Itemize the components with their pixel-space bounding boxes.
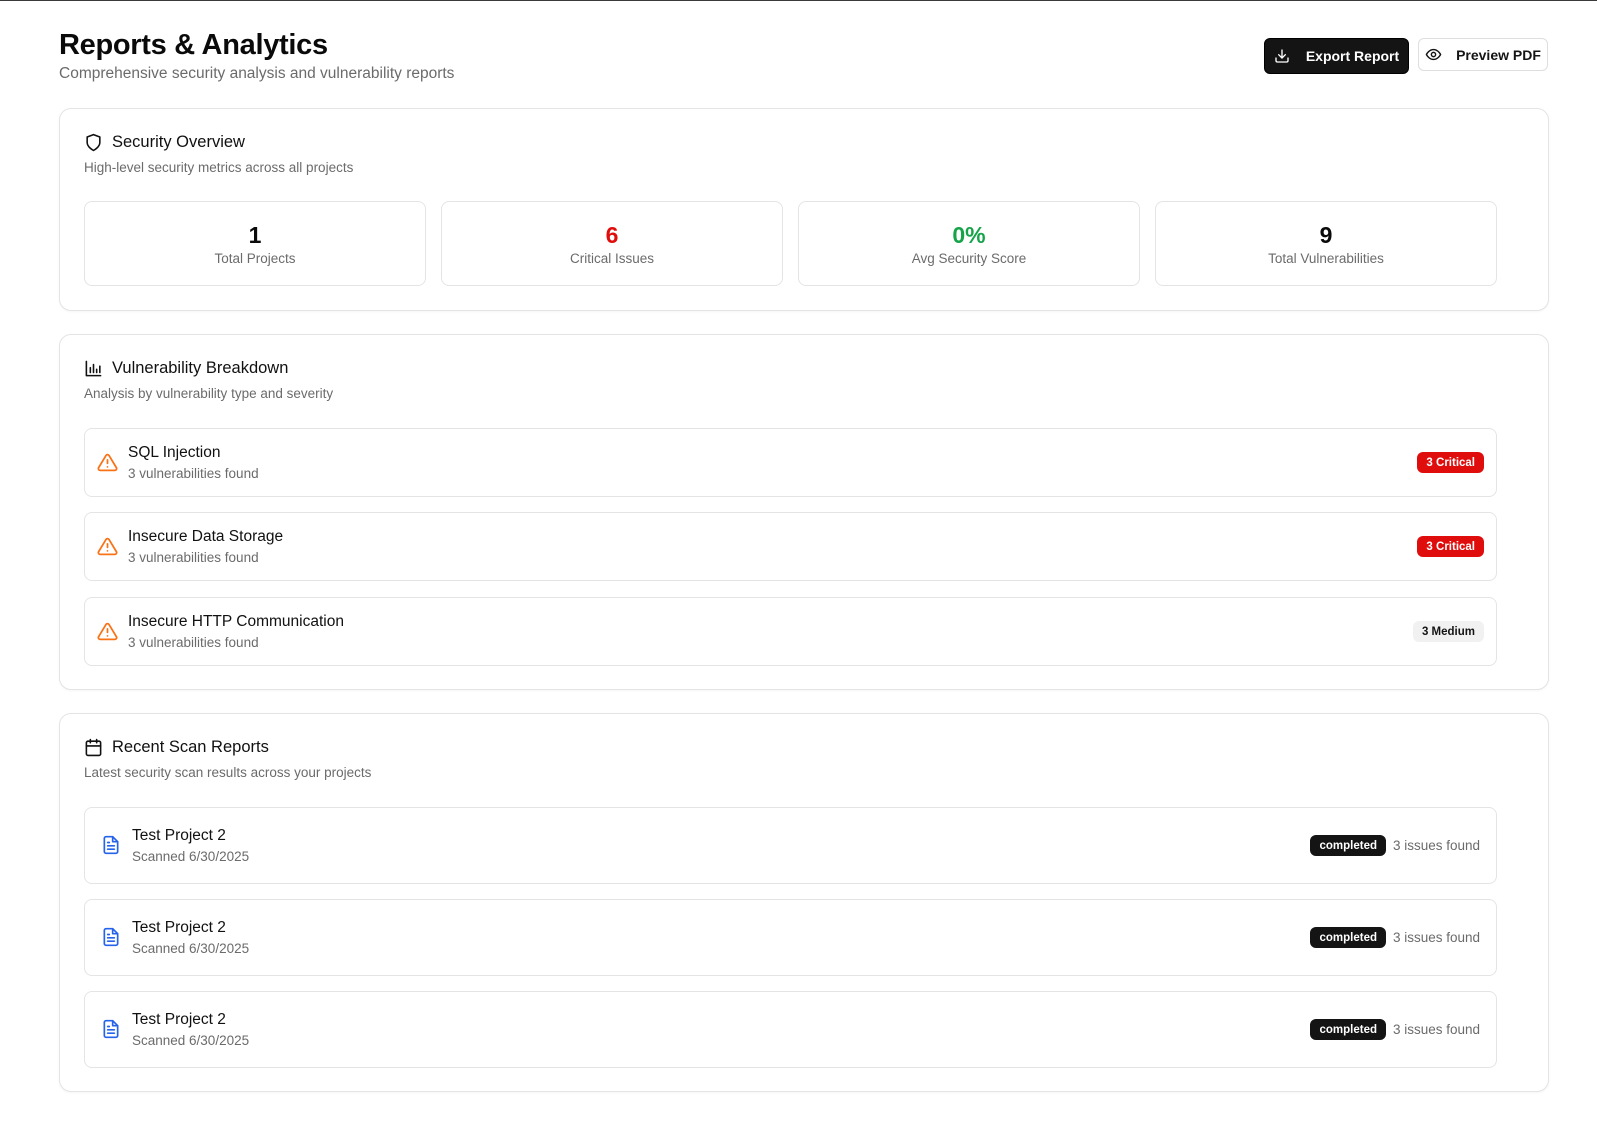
recent-scan-reports-description: Latest security scan results across your…: [84, 765, 372, 780]
scan-date: Scanned 6/30/2025: [132, 1033, 250, 1048]
vulnerability-row-insecure-data-storage[interactable]: Insecure Data Storage 3 vulnerabilities …: [84, 512, 1497, 581]
security-overview-card: Security Overview High-level security me…: [59, 108, 1549, 311]
status-badge: completed: [1310, 927, 1386, 948]
preview-pdf-label: Preview PDF: [1456, 46, 1541, 63]
stat-label: Total Projects: [214, 251, 296, 266]
scan-report-row[interactable]: Test Project 2 Scanned 6/30/2025 complet…: [84, 899, 1497, 976]
recent-scan-reports-card: Recent Scan Reports Latest security scan…: [59, 713, 1549, 1092]
stat-value: 6: [605, 222, 619, 248]
stat-critical-issues: 6 Critical Issues: [441, 201, 783, 286]
vulnerability-breakdown-heading: Vulnerability Breakdown: [84, 359, 288, 378]
vulnerability-row-insecure-http[interactable]: Insecure HTTP Communication 3 vulnerabil…: [84, 597, 1497, 666]
security-overview-title: Security Overview: [112, 133, 245, 151]
file-text-icon: [101, 835, 121, 860]
status-badge: completed: [1310, 1019, 1386, 1040]
page-subtitle: Comprehensive security analysis and vuln…: [59, 65, 455, 82]
stat-value: 9: [1319, 222, 1333, 248]
scan-date: Scanned 6/30/2025: [132, 849, 250, 864]
bar-chart-icon: [84, 359, 103, 378]
scan-project-name: Test Project 2: [132, 827, 226, 844]
stat-value: 1: [248, 222, 262, 248]
shield-icon: [84, 133, 103, 152]
export-report-button[interactable]: Export Report: [1264, 38, 1409, 74]
vulnerability-count: 3 vulnerabilities found: [128, 550, 259, 565]
file-text-icon: [101, 927, 121, 952]
issues-count: 3 issues found: [1392, 1022, 1480, 1037]
export-report-label: Export Report: [1305, 48, 1400, 64]
vulnerability-count: 3 vulnerabilities found: [128, 466, 259, 481]
vulnerability-breakdown-card: Vulnerability Breakdown Analysis by vuln…: [59, 334, 1549, 690]
warning-triangle-icon: [97, 621, 118, 647]
vulnerability-breakdown-title: Vulnerability Breakdown: [112, 359, 289, 377]
calendar-icon: [84, 738, 103, 757]
scan-report-row[interactable]: Test Project 2 Scanned 6/30/2025 complet…: [84, 991, 1497, 1068]
recent-scan-reports-title: Recent Scan Reports: [112, 738, 269, 756]
warning-triangle-icon: [97, 536, 118, 562]
scan-project-name: Test Project 2: [132, 919, 226, 936]
vulnerability-name: Insecure Data Storage: [128, 528, 284, 545]
stat-total-vulnerabilities: 9 Total Vulnerabilities: [1155, 201, 1497, 286]
vulnerability-row-sql-injection[interactable]: SQL Injection 3 vulnerabilities found 3 …: [84, 428, 1497, 497]
stat-label: Total Vulnerabilities: [1268, 251, 1384, 266]
severity-badge: 3 Critical: [1417, 536, 1484, 557]
file-text-icon: [101, 1019, 121, 1044]
issues-count: 3 issues found: [1392, 838, 1480, 853]
severity-badge: 3 Critical: [1417, 452, 1484, 473]
vulnerability-breakdown-description: Analysis by vulnerability type and sever…: [84, 386, 334, 401]
vulnerability-name: Insecure HTTP Communication: [128, 613, 344, 630]
scan-report-row[interactable]: Test Project 2 Scanned 6/30/2025 complet…: [84, 807, 1497, 884]
severity-badge: 3 Medium: [1412, 621, 1484, 642]
vulnerability-count: 3 vulnerabilities found: [128, 635, 259, 650]
scan-date: Scanned 6/30/2025: [132, 941, 250, 956]
page-title: Reports & Analytics: [59, 29, 328, 61]
preview-pdf-button[interactable]: Preview PDF: [1418, 38, 1548, 71]
download-icon: [1274, 48, 1290, 64]
recent-scan-reports-heading: Recent Scan Reports: [84, 738, 269, 757]
stat-avg-security-score: 0% Avg Security Score: [798, 201, 1140, 286]
scan-project-name: Test Project 2: [132, 1011, 226, 1028]
stat-label: Critical Issues: [569, 251, 655, 266]
security-overview-description: High-level security metrics across all p…: [84, 160, 354, 175]
stat-label: Avg Security Score: [911, 251, 1027, 266]
status-badge: completed: [1310, 835, 1386, 856]
warning-triangle-icon: [97, 452, 118, 478]
security-overview-heading: Security Overview: [84, 133, 245, 152]
stat-value: 0%: [952, 222, 986, 248]
stat-total-projects: 1 Total Projects: [84, 201, 426, 286]
issues-count: 3 issues found: [1392, 930, 1480, 945]
vulnerability-name: SQL Injection: [128, 444, 221, 461]
eye-icon: [1425, 46, 1442, 63]
